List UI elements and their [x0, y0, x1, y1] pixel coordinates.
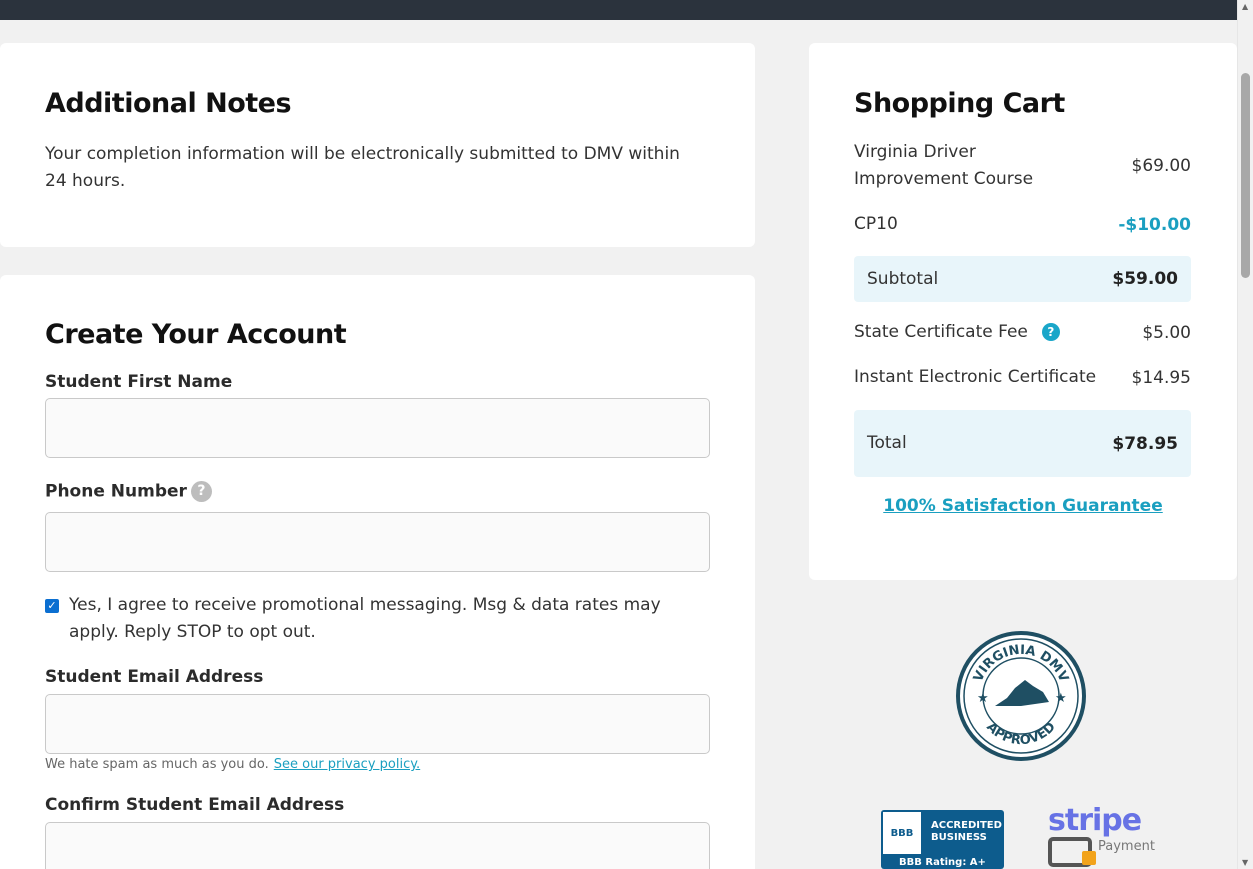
consent-checkbox[interactable]: ✓	[45, 599, 59, 613]
create-account-card: Create Your Account Student First Name P…	[0, 275, 755, 869]
stripe-logo: stripe	[1048, 803, 1142, 838]
stripe-payment-text: Payment	[1098, 839, 1155, 854]
subtotal-label: Subtotal	[867, 268, 939, 289]
cart-total-row: Total $78.95	[854, 410, 1191, 477]
confirm-email-input[interactable]	[45, 822, 710, 869]
cart-subtotal-row: Subtotal $59.00	[854, 256, 1191, 302]
bbb-accredited-badge: BBB ACCREDITED BUSINESS BBB Rating: A+	[881, 810, 1004, 869]
account-title: Create Your Account	[45, 319, 347, 350]
scrollbar-thumb[interactable]	[1241, 73, 1250, 278]
phone-input[interactable]	[45, 512, 710, 572]
cart-state-fee-row: State Certificate Fee? $5.00	[854, 319, 1191, 346]
cart-instant-cert-row: Instant Electronic Certificate $14.95	[854, 364, 1191, 391]
state-fee-amount: $5.00	[1142, 322, 1191, 343]
scroll-up-arrow-icon[interactable]: ▲	[1242, 2, 1248, 11]
phone-label-row: Phone Number?	[45, 481, 212, 502]
email-label: Student Email Address	[45, 667, 264, 687]
total-amount: $78.95	[1112, 433, 1178, 454]
instant-cert-amount: $14.95	[1131, 367, 1191, 388]
first-name-input[interactable]	[45, 398, 710, 458]
confirm-email-label: Confirm Student Email Address	[45, 795, 345, 815]
instant-cert-label: Instant Electronic Certificate	[854, 367, 1097, 387]
bbb-accredited-text: ACCREDITED BUSINESS	[923, 810, 1002, 856]
coupon-label: CP10	[854, 214, 898, 234]
email-input[interactable]	[45, 694, 710, 754]
state-fee-help-icon[interactable]: ?	[1041, 323, 1060, 341]
page-scrollbar[interactable]: ▲ ▼	[1237, 0, 1253, 869]
lock-icon	[1082, 851, 1096, 865]
cart-coupon-row: CP10 -$10.00	[854, 211, 1191, 238]
consent-row: ✓ Yes, I agree to receive promotional me…	[45, 592, 705, 646]
scroll-down-arrow-icon[interactable]: ▼	[1242, 858, 1248, 867]
privacy-policy-link[interactable]: See our privacy policy.	[274, 757, 420, 772]
phone-label: Phone Number	[45, 481, 187, 502]
satisfaction-guarantee-link[interactable]: 100% Satisfaction Guarantee	[809, 496, 1237, 516]
state-fee-label: State Certificate Fee	[854, 322, 1028, 342]
email-hint-row: We hate spam as much as you do. See our p…	[45, 757, 420, 772]
email-hint: We hate spam as much as you do.	[45, 757, 269, 772]
bbb-line2: BUSINESS	[931, 832, 987, 843]
notes-text: Your completion information will be elec…	[45, 144, 680, 191]
phone-help-icon[interactable]: ?	[190, 481, 212, 502]
additional-notes-card: Additional Notes Your completion informa…	[0, 43, 755, 247]
stripe-payment-badge: stripe Payment	[1046, 803, 1161, 869]
star-left-icon: ★	[977, 691, 989, 706]
cart-title: Shopping Cart	[854, 88, 1065, 119]
cart-course-row: Virginia Driver Improvement Course $69.0…	[854, 139, 1191, 193]
top-nav-bar	[0, 0, 1237, 20]
virginia-dmv-approved-seal: VIRGINIA DMV APPROVED ★ ★	[956, 631, 1086, 761]
total-label: Total	[867, 433, 907, 453]
subtotal-amount: $59.00	[1112, 269, 1178, 289]
bbb-line1: ACCREDITED	[931, 820, 1002, 831]
shopping-cart-card: Shopping Cart Virginia Driver Improvemen…	[809, 43, 1237, 580]
bbb-rating: BBB Rating: A+	[899, 857, 986, 868]
course-price: $69.00	[1131, 156, 1191, 176]
coupon-amount: -$10.00	[1118, 214, 1191, 235]
consent-text: Yes, I agree to receive promotional mess…	[69, 595, 661, 642]
notes-title: Additional Notes	[45, 88, 292, 119]
star-right-icon: ★	[1055, 691, 1067, 706]
first-name-label: Student First Name	[45, 372, 233, 392]
bbb-logo-icon: BBB	[881, 810, 923, 856]
course-label: Virginia Driver Improvement Course	[854, 142, 1034, 189]
state-fee-label-wrap: State Certificate Fee?	[854, 319, 1060, 346]
